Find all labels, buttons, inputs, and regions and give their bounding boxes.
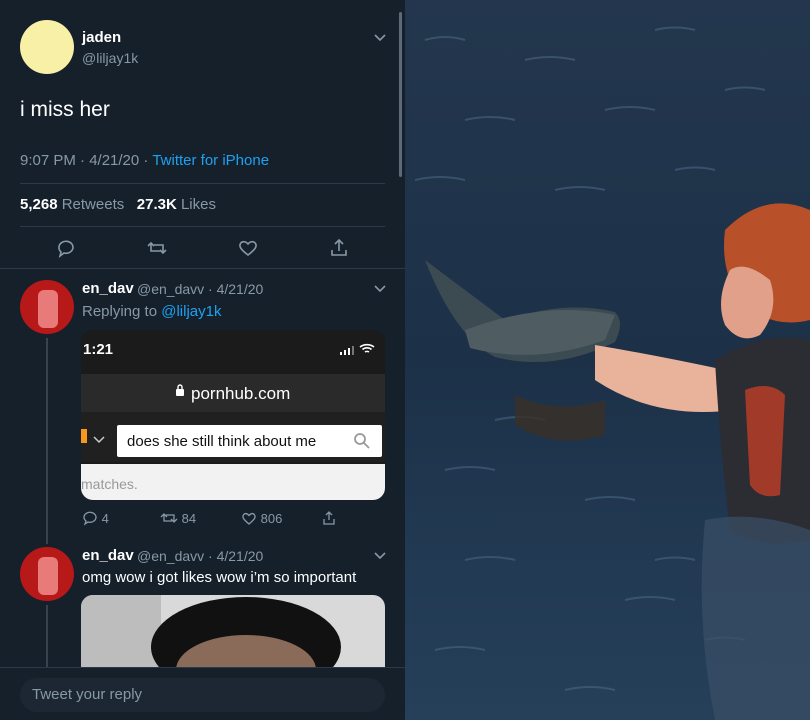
reply-author-handle[interactable]: @en_davv · 4/21/20 <box>137 281 263 297</box>
video-frame <box>405 0 810 720</box>
tweet-time: 9:07 PM · 4/21/20 · <box>20 152 153 169</box>
reply-text: omg wow i got likes wow i’m so important <box>82 569 357 586</box>
retweet-count[interactable]: 5,268 <box>20 196 58 213</box>
like-icon <box>242 512 256 525</box>
share-icon[interactable] <box>321 510 337 529</box>
retweet-count: 84 <box>181 511 197 526</box>
compose-bar: Tweet your reply <box>0 667 405 720</box>
avatar[interactable] <box>20 547 74 601</box>
reply-placeholder: Tweet your reply <box>32 686 143 703</box>
divider <box>20 183 385 184</box>
thread-line <box>46 605 48 667</box>
reply-author-handle[interactable]: @en_davv · 4/21/20 <box>137 548 263 564</box>
avatar[interactable] <box>20 280 74 334</box>
tweet-text: i miss her <box>20 98 110 121</box>
retweet-icon[interactable] <box>146 237 168 259</box>
search-icon <box>353 432 371 455</box>
matches-text: matches. <box>81 476 138 492</box>
scrollbar[interactable] <box>399 12 402 177</box>
reply-icon[interactable] <box>55 237 77 259</box>
like-count[interactable]: 27.3K <box>137 196 177 213</box>
wifi-icon <box>359 342 375 360</box>
author-name[interactable]: jaden <box>82 29 121 46</box>
retweet-icon <box>160 513 178 523</box>
divider <box>20 226 385 227</box>
replying-prefix: Replying to <box>82 303 162 320</box>
url-text: pornhub.com <box>191 384 291 403</box>
reply-input[interactable]: Tweet your reply <box>20 678 385 712</box>
like-icon[interactable] <box>237 237 259 259</box>
reply-icon <box>83 511 97 526</box>
status-time: 1:21 <box>83 341 114 358</box>
chevron-down-icon[interactable] <box>373 548 387 564</box>
like-action[interactable]: 806 <box>241 510 282 526</box>
reply-count: 4 <box>101 511 109 526</box>
divider <box>0 268 405 269</box>
chevron-down-icon <box>93 431 105 449</box>
search-text: does she still think about me <box>127 433 317 450</box>
replying-to-link[interactable]: @liljay1k <box>161 303 221 320</box>
lock-icon <box>175 384 185 402</box>
retweet-action[interactable]: 84 <box>160 510 196 526</box>
share-icon[interactable] <box>328 237 350 259</box>
retweet-label: Retweets <box>61 196 125 213</box>
reply-author-name[interactable]: en_dav <box>82 547 134 564</box>
alligator-scene-image <box>405 0 810 720</box>
author-handle[interactable]: @liljay1k <box>82 50 138 66</box>
chevron-down-icon[interactable] <box>373 30 387 46</box>
twitter-panel: jaden @liljay1k i miss her 9:07 PM · 4/2… <box>0 0 405 720</box>
reply-author-name[interactable]: en_dav <box>82 280 134 297</box>
signal-icon <box>339 343 355 361</box>
attached-image[interactable]: 1:21 pornhub.com does she still think ab… <box>81 330 385 500</box>
tweet-stats: 5,268 Retweets 27.3K Likes <box>20 196 216 213</box>
replying-to: Replying to @liljay1k <box>82 303 221 320</box>
reply-action[interactable]: 4 <box>82 510 109 526</box>
like-count: 806 <box>260 511 283 526</box>
search-box[interactable]: does she still think about me <box>117 425 382 457</box>
avatar[interactable] <box>20 20 74 74</box>
like-label: Likes <box>180 196 216 213</box>
site-logo <box>81 429 87 443</box>
thread-line <box>46 338 48 544</box>
tweet-client-link[interactable]: Twitter for iPhone <box>152 152 269 169</box>
chevron-down-icon[interactable] <box>373 281 387 297</box>
tweet-meta: 9:07 PM · 4/21/20 · Twitter for iPhone <box>20 152 269 169</box>
